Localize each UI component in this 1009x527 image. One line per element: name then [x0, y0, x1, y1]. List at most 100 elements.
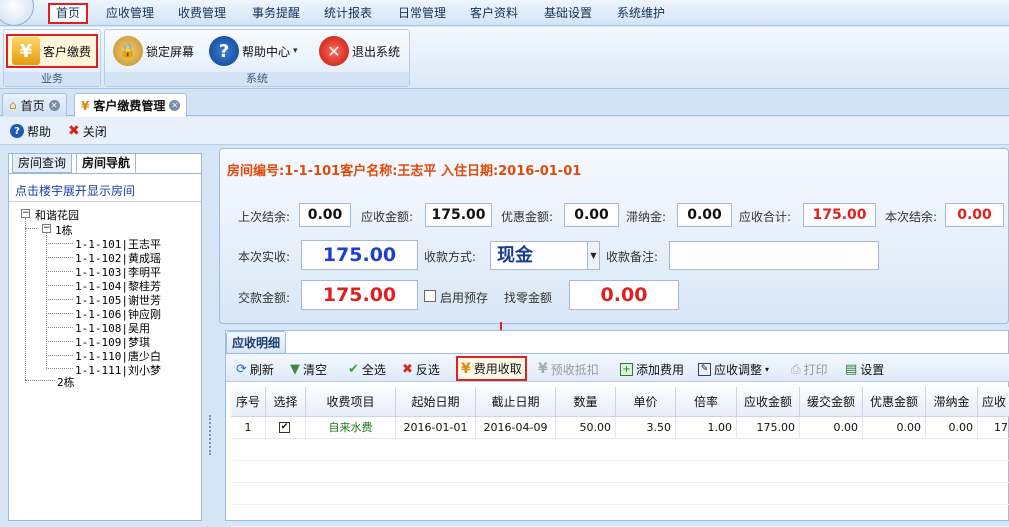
- change-amount-field[interactable]: 0.00: [569, 280, 679, 310]
- col-header[interactable]: 单价: [616, 387, 676, 417]
- col-header[interactable]: 收费项目: [306, 387, 396, 417]
- receivable-field[interactable]: 175.00: [425, 203, 492, 227]
- col-header[interactable]: 数量: [556, 387, 616, 417]
- cell-select[interactable]: ✔: [266, 417, 306, 439]
- col-header[interactable]: 选择: [266, 387, 306, 417]
- select-all-label: 全选: [361, 362, 386, 377]
- prev-balance-field[interactable]: 0.00: [299, 203, 351, 227]
- use-prepay-checkbox[interactable]: [424, 290, 436, 302]
- cell-qty[interactable]: 50.00: [556, 417, 616, 439]
- discount-label: 优惠金额:: [501, 210, 554, 224]
- add-fee-button[interactable]: + 添加费用: [620, 360, 684, 378]
- help-button[interactable]: ? 帮助: [10, 122, 51, 140]
- tab-room-nav[interactable]: 房间导航: [76, 153, 137, 173]
- close-icon[interactable]: ✕: [169, 100, 181, 111]
- panel-splitter[interactable]: [205, 145, 215, 521]
- invert-select-button[interactable]: ✖ 反选: [402, 360, 440, 378]
- col-header[interactable]: 倍率: [676, 387, 737, 417]
- chevron-down-icon[interactable]: ▾: [293, 46, 298, 56]
- col-header[interactable]: 应收金额: [737, 387, 800, 417]
- collect-fee-label: 费用收取: [473, 362, 522, 376]
- col-header[interactable]: 滞纳金: [926, 387, 978, 417]
- lock-screen-button[interactable]: 🔒 锁定屏幕: [109, 34, 198, 68]
- menu-reports[interactable]: 统计报表: [318, 4, 378, 23]
- exit-system-button[interactable]: ✕ 退出系统: [315, 34, 404, 68]
- tree-line: [25, 380, 55, 381]
- menu-reminder[interactable]: 事务提醒: [246, 4, 306, 23]
- help-center-button[interactable]: ? 帮助中心 ▾: [205, 34, 302, 68]
- ribbon: ¥ 客户缴费 业务 🔒 锁定屏幕 ? 帮助中心 ▾ ✕ 退出系统 系统: [0, 27, 1009, 89]
- collapse-toggle[interactable]: −: [42, 224, 51, 233]
- remark-field[interactable]: [669, 241, 879, 270]
- tab-room-query[interactable]: 房间查询: [12, 153, 73, 173]
- payment-info-panel: 房间编号:1-1-101客户名称:王志平 入住日期:2016-01-01 上次结…: [219, 148, 1009, 324]
- cell-rate[interactable]: 1.00: [676, 417, 737, 439]
- refresh-button[interactable]: ⟳ 刷新: [236, 360, 274, 378]
- adjust-receivable-button[interactable]: ✎ 应收调整 ▾: [698, 360, 769, 378]
- chevron-down-icon[interactable]: ▼: [587, 242, 599, 269]
- settings-button[interactable]: ▤ 设置: [845, 360, 884, 378]
- menu-home[interactable]: 首页: [48, 3, 89, 24]
- cell-no[interactable]: 1: [231, 417, 266, 439]
- collapse-toggle[interactable]: −: [21, 209, 30, 218]
- tree-divider: [9, 201, 201, 202]
- tab-home[interactable]: ⌂ 首页 ✕: [2, 93, 67, 116]
- tree-line: [46, 233, 47, 368]
- cell-discount[interactable]: 0.00: [863, 417, 926, 439]
- pay-method-select[interactable]: 现金 ▼: [490, 241, 600, 270]
- actual-amount-field[interactable]: 175.00: [301, 240, 418, 270]
- cell-price[interactable]: 3.50: [616, 417, 676, 439]
- col-header[interactable]: 应收: [978, 387, 1009, 417]
- col-header[interactable]: 起始日期: [396, 387, 476, 417]
- tree-node-building-1[interactable]: 1栋: [55, 222, 73, 238]
- discount-field[interactable]: 0.00: [564, 203, 619, 227]
- empty-row: [231, 439, 1009, 461]
- menu-bar: 首页 应收管理 收费管理 事务提醒 统计报表 日常管理 客户资料 基础设置 系统…: [0, 0, 1009, 26]
- use-prepay-label: 启用预存: [440, 291, 489, 305]
- cell-end[interactable]: 2016-04-09: [476, 417, 556, 439]
- tab-receivable-detail[interactable]: 应收明细: [226, 331, 286, 353]
- close-icon[interactable]: ✕: [48, 99, 60, 111]
- cell-recv[interactable]: 17: [978, 417, 1009, 439]
- this-balance-field[interactable]: 0.00: [945, 203, 1004, 227]
- paid-amount-field[interactable]: 175.00: [301, 280, 418, 310]
- collect-fee-button[interactable]: ¥ 费用收取: [456, 356, 527, 381]
- tree-room[interactable]: 1-1-111|刘小梦: [75, 362, 161, 378]
- row-checkbox[interactable]: ✔: [279, 422, 290, 433]
- close-button[interactable]: ✖ 关闭: [68, 122, 107, 140]
- col-header[interactable]: 序号: [231, 387, 266, 417]
- yen-icon: ¥: [538, 361, 548, 377]
- clear-label: 清空: [303, 362, 328, 377]
- menu-receivable[interactable]: 应收管理: [100, 4, 160, 23]
- cell-item[interactable]: 自来水费: [306, 417, 396, 439]
- col-header[interactable]: 缓交金额: [800, 387, 863, 417]
- clear-button[interactable]: ▼ 清空: [290, 360, 327, 378]
- cell-late[interactable]: 0.00: [926, 417, 978, 439]
- menu-daily[interactable]: 日常管理: [392, 4, 452, 23]
- tree-line: [25, 218, 26, 228]
- late-fee-field[interactable]: 0.00: [677, 203, 732, 227]
- tree-node-root[interactable]: 和谐花园: [35, 207, 79, 223]
- menu-system[interactable]: 系统维护: [611, 4, 671, 23]
- col-header[interactable]: 截止日期: [476, 387, 556, 417]
- menu-charge[interactable]: 收费管理: [172, 4, 232, 23]
- menu-customer[interactable]: 客户资料: [464, 4, 524, 23]
- menu-basic-settings[interactable]: 基础设置: [538, 4, 598, 23]
- tree-node-building-2[interactable]: 2栋: [57, 374, 75, 390]
- print-button[interactable]: ⎙ 打印: [791, 360, 828, 378]
- pay-method-label: 收款方式:: [424, 250, 477, 264]
- prepay-deduct-button[interactable]: ¥ 预收抵扣: [538, 360, 599, 378]
- select-all-button[interactable]: ✔ 全选: [348, 360, 386, 378]
- chevron-down-icon[interactable]: ▾: [765, 365, 769, 374]
- add-icon: +: [620, 362, 633, 376]
- cell-start[interactable]: 2016-01-01: [396, 417, 476, 439]
- customer-pay-button[interactable]: ¥ 客户缴费: [6, 34, 98, 68]
- receivable-label: 应收金额:: [361, 210, 414, 224]
- cell-amount[interactable]: 175.00: [737, 417, 800, 439]
- app-menu-button[interactable]: [0, 0, 34, 26]
- total-field[interactable]: 175.00: [803, 203, 876, 227]
- cell-defer[interactable]: 0.00: [800, 417, 863, 439]
- tab-customer-pay[interactable]: ¥ 客户缴费管理 ✕: [74, 93, 188, 117]
- col-header[interactable]: 优惠金额: [863, 387, 926, 417]
- yen-icon: ¥: [12, 37, 40, 65]
